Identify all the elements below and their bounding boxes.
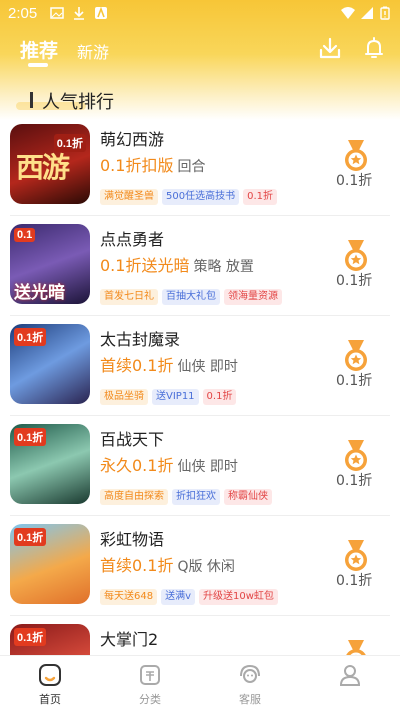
promo-line: 首续0.1折 仙侠 即时 xyxy=(100,352,238,376)
game-tag: 领海量资源 xyxy=(224,289,282,305)
thumb-badge: 0.1折 xyxy=(14,628,47,646)
bottom-nav-home[interactable]: 首页 xyxy=(20,662,80,708)
user-icon xyxy=(339,665,361,686)
download-status-icon xyxy=(74,7,84,20)
game-categories: 仙侠 即时 xyxy=(177,359,238,375)
game-item[interactable]: 0.1折 彩虹物语 首续0.1折 Q版 休闲 每天送648 送满v 升级送10w虹包 … xyxy=(0,516,400,616)
game-categories: 仙侠 即时 xyxy=(177,459,238,475)
discount-label: 0.1折 xyxy=(336,473,373,489)
game-tag: 0.1折 xyxy=(202,389,237,405)
status-time: 2:05 xyxy=(8,5,38,22)
medal-icon xyxy=(345,140,367,171)
game-promo: 0.1折扣版 xyxy=(100,156,174,175)
game-tag: 送VIP11 xyxy=(152,389,199,405)
game-tags: 高度自由探索 折扣狂欢 称霸仙侠 xyxy=(100,484,276,505)
discount-label: 0.1折 xyxy=(336,373,373,389)
game-promo: 首续0.1折 xyxy=(100,356,174,375)
game-name: 大掌门2 xyxy=(100,630,159,649)
download-icon[interactable] xyxy=(318,36,342,60)
game-tags: 满觉醒圣兽 500任选高技书 0.1折 xyxy=(100,184,281,205)
app-notification-icon xyxy=(95,6,107,19)
game-name: 萌幻西游 xyxy=(100,130,165,149)
game-tag: 百抽大礼包 xyxy=(162,289,220,305)
home-icon xyxy=(39,664,61,686)
active-tab-indicator xyxy=(28,63,48,67)
bottom-nav-label: 分类 xyxy=(139,693,161,706)
wifi-icon xyxy=(341,7,355,19)
thumb-title: 西游 xyxy=(16,151,70,184)
bottom-nav-category[interactable]: 分类 xyxy=(120,662,180,708)
game-promo: 首续0.1折 xyxy=(100,556,174,575)
game-tag: 折扣狂欢 xyxy=(172,489,220,505)
medal-icon xyxy=(345,540,367,571)
game-item[interactable]: 0.1折 西游 萌幻西游 0.1折扣版 回合 满觉醒圣兽 500任选高技书 0.1折 … xyxy=(0,116,400,216)
bottom-nav-profile[interactable] xyxy=(320,662,380,708)
game-tag: 0.1折 xyxy=(243,189,277,205)
thumb-badge: 0.1折 xyxy=(14,328,47,346)
game-tag: 高度自由探索 xyxy=(100,489,168,505)
bell-icon[interactable] xyxy=(362,36,386,60)
game-tag: 送满v xyxy=(161,589,196,605)
promo-line: 0.1折扣版 回合 xyxy=(100,152,205,176)
game-item[interactable]: 0.1折 百战天下 永久0.1折 仙侠 即时 高度自由探索 折扣狂欢 称霸仙侠 0.1… xyxy=(0,416,400,516)
bottom-nav-service[interactable]: 客服 xyxy=(220,662,280,708)
game-promo: 永久0.1折 xyxy=(100,456,174,475)
game-promo: 0.1折送光暗 xyxy=(100,256,190,275)
game-thumbnail: 0.1折 xyxy=(10,524,90,604)
status-bar: 2:05 xyxy=(0,0,400,28)
title-bar xyxy=(30,92,33,108)
promo-line: 永久0.1折 仙侠 即时 xyxy=(100,452,238,476)
thumb-badge: 0.1折 xyxy=(14,428,47,446)
game-categories: Q版 休闲 xyxy=(177,559,235,575)
game-thumbnail: 0.1折 西游 xyxy=(10,124,90,204)
discount-label: 0.1折 xyxy=(336,273,373,289)
thumb-badge: 0.1折 xyxy=(14,528,47,546)
promo-line: 首续0.1折 Q版 休闲 xyxy=(100,552,235,576)
category-icon xyxy=(140,665,160,685)
game-thumbnail: 0.1 送光暗 xyxy=(10,224,90,304)
tab-new-games[interactable]: 新游 xyxy=(77,39,109,63)
thumb-badge: 0.1 xyxy=(14,228,36,242)
thumb-title: 送光暗 xyxy=(14,283,65,303)
game-thumbnail: 0.1折 xyxy=(10,424,90,504)
medal-icon xyxy=(345,440,367,471)
game-name: 点点勇者 xyxy=(100,230,165,249)
promo-line: 0.1折送光暗 策略 放置 xyxy=(100,252,254,276)
signal-icon xyxy=(361,7,373,19)
game-tag: 升级送10w虹包 xyxy=(199,589,278,605)
game-tag: 500任选高技书 xyxy=(162,189,240,205)
bottom-nav-label: 首页 xyxy=(39,693,61,706)
game-tag: 每天送648 xyxy=(100,589,158,605)
medal-icon xyxy=(345,240,367,271)
game-item[interactable]: 0.1折 太古封魔录 首续0.1折 仙侠 即时 极品坐骑 送VIP11 0.1折 0.… xyxy=(0,316,400,416)
game-tag: 称霸仙侠 xyxy=(224,489,272,505)
game-tags: 首发七日礼 百抽大礼包 领海量资源 xyxy=(100,284,286,305)
battery-icon xyxy=(380,6,390,20)
game-tag: 极品坐骑 xyxy=(100,389,148,405)
game-categories: 策略 放置 xyxy=(193,259,254,275)
section-title-text: 人气排行 xyxy=(42,92,114,113)
game-name: 太古封魔录 xyxy=(100,330,181,349)
game-categories: 回合 xyxy=(177,159,206,175)
game-thumbnail: 0.1折 xyxy=(10,324,90,404)
tab-recommend[interactable]: 推荐 xyxy=(20,36,58,63)
customer-service-icon xyxy=(240,664,260,683)
bottom-nav-label: 客服 xyxy=(239,693,261,706)
game-tag: 满觉醒圣兽 xyxy=(100,189,158,205)
discount-label: 0.1折 xyxy=(336,573,373,589)
game-tags: 极品坐骑 送VIP11 0.1折 xyxy=(100,384,240,405)
image-icon xyxy=(50,7,64,19)
game-tag: 首发七日礼 xyxy=(100,289,158,305)
bottom-nav: 首页 分类 客服 xyxy=(0,655,400,712)
medal-icon xyxy=(345,340,367,371)
game-item[interactable]: 0.1 送光暗 点点勇者 0.1折送光暗 策略 放置 首发七日礼 百抽大礼包 领海量资… xyxy=(0,216,400,316)
game-name: 彩虹物语 xyxy=(100,530,165,549)
game-tags: 每天送648 送满v 升级送10w虹包 xyxy=(100,584,282,605)
discount-label: 0.1折 xyxy=(336,173,373,189)
game-name: 百战天下 xyxy=(100,430,165,449)
